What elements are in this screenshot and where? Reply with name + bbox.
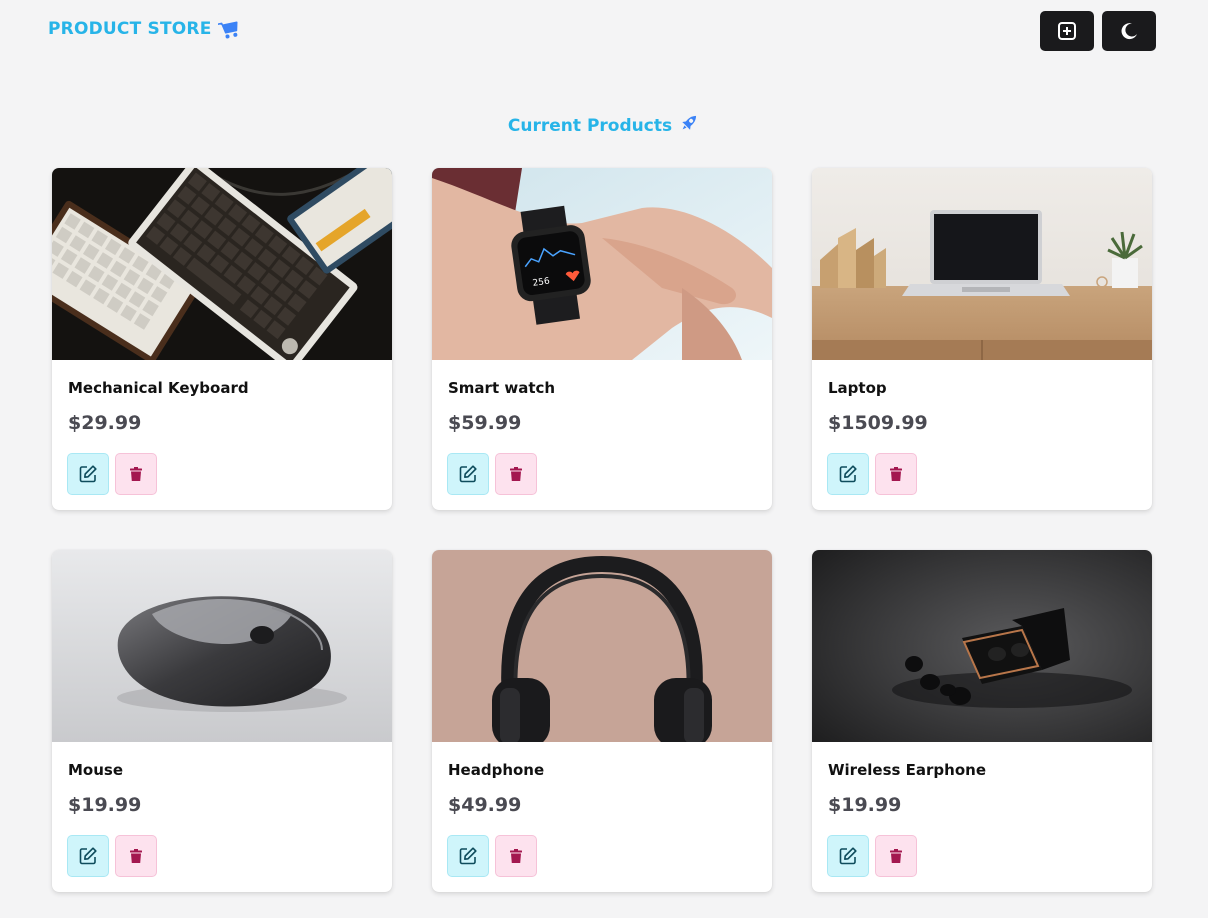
product-image-headphone — [432, 550, 772, 742]
product-card: Headphone $49.99 — [432, 550, 772, 892]
trash-icon — [888, 848, 904, 864]
plus-square-icon — [1057, 21, 1077, 41]
edit-product-button[interactable] — [447, 835, 489, 877]
trash-icon — [508, 466, 524, 482]
product-actions — [827, 835, 917, 877]
edit-icon — [78, 464, 98, 484]
trash-icon — [128, 466, 144, 482]
product-price: $19.99 — [68, 794, 142, 816]
trash-icon — [888, 466, 904, 482]
product-image-mouse — [52, 550, 392, 742]
delete-product-button[interactable] — [875, 453, 917, 495]
product-card: Laptop $1509.99 — [812, 168, 1152, 510]
edit-icon — [78, 846, 98, 866]
edit-product-button[interactable] — [827, 453, 869, 495]
product-price: $19.99 — [828, 794, 902, 816]
edit-product-button[interactable] — [827, 835, 869, 877]
brand-link[interactable]: PRODUCT STORE — [48, 19, 240, 39]
product-price: $49.99 — [448, 794, 522, 816]
trash-icon — [128, 848, 144, 864]
product-image-keyboard — [52, 168, 392, 360]
trash-icon — [508, 848, 524, 864]
create-product-button[interactable] — [1040, 11, 1094, 51]
brand-label: PRODUCT STORE — [48, 19, 212, 39]
edit-icon — [838, 464, 858, 484]
product-price: $59.99 — [448, 412, 522, 434]
product-name: Headphone — [448, 761, 545, 779]
product-actions — [827, 453, 917, 495]
shopping-cart-icon — [217, 19, 240, 39]
product-actions — [447, 835, 537, 877]
product-image-smartwatch: 256 — [432, 168, 772, 360]
product-price: $29.99 — [68, 412, 142, 434]
product-image-earphone — [812, 550, 1152, 742]
product-grid: Mechanical Keyboard $29.99 256 Smart wat… — [52, 168, 1152, 892]
product-name: Smart watch — [448, 379, 556, 397]
product-actions — [447, 453, 537, 495]
product-actions — [67, 453, 157, 495]
edit-icon — [458, 846, 478, 866]
product-card: Mechanical Keyboard $29.99 — [52, 168, 392, 510]
edit-icon — [458, 464, 478, 484]
delete-product-button[interactable] — [115, 453, 157, 495]
navbar: PRODUCT STORE — [0, 0, 1208, 64]
navbar-actions — [1040, 11, 1156, 51]
product-price: $1509.99 — [828, 412, 928, 434]
edit-product-button[interactable] — [67, 453, 109, 495]
delete-product-button[interactable] — [875, 835, 917, 877]
product-image-laptop — [812, 168, 1152, 360]
delete-product-button[interactable] — [495, 835, 537, 877]
product-name: Laptop — [828, 379, 887, 397]
delete-product-button[interactable] — [495, 453, 537, 495]
product-card: Mouse $19.99 — [52, 550, 392, 892]
moon-icon — [1119, 21, 1139, 41]
rocket-icon — [678, 112, 700, 139]
theme-toggle-button[interactable] — [1102, 11, 1156, 51]
product-name: Mouse — [68, 761, 124, 779]
product-name: Mechanical Keyboard — [68, 379, 249, 397]
product-card: 256 Smart watch $59.99 — [432, 168, 772, 510]
section-title: Current Products — [507, 115, 673, 136]
delete-product-button[interactable] — [115, 835, 157, 877]
product-card: Wireless Earphone $19.99 — [812, 550, 1152, 892]
section-heading: Current Products — [0, 112, 1208, 139]
edit-product-button[interactable] — [67, 835, 109, 877]
product-name: Wireless Earphone — [828, 761, 986, 779]
edit-product-button[interactable] — [447, 453, 489, 495]
product-actions — [67, 835, 157, 877]
edit-icon — [838, 846, 858, 866]
